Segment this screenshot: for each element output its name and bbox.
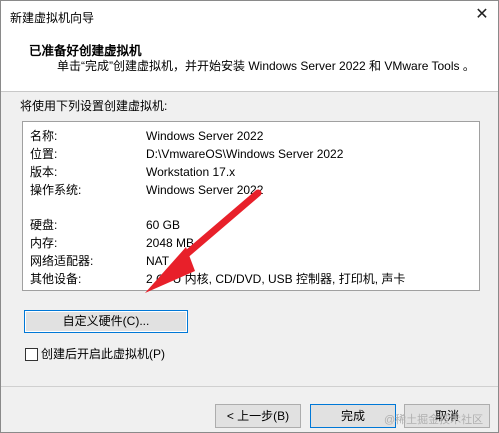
watermark-text: @稀土掘金技术社区	[384, 414, 484, 426]
summary-key: 位置:	[30, 147, 58, 161]
settings-summary-box: 名称: Windows Server 2022 位置: D:\VmwareOS\…	[22, 121, 480, 291]
summary-value: NAT	[146, 254, 170, 268]
summary-value: D:\VmwareOS\Windows Server 2022	[146, 147, 344, 161]
summary-value: 2 CPU 内核, CD/DVD, USB 控制器, 打印机, 声卡	[146, 272, 406, 286]
page-title: 已准备好创建虚拟机	[29, 44, 142, 58]
summary-key: 版本:	[30, 165, 58, 179]
summary-value: Windows Server 2022	[146, 129, 264, 143]
footer-divider	[1, 386, 498, 387]
summary-key: 其他设备:	[30, 272, 82, 286]
summary-value: Workstation 17.x	[146, 165, 236, 179]
summary-key: 内存:	[30, 236, 58, 250]
title-bar: 新建虚拟机向导 ✕	[1, 1, 498, 31]
page-description: 单击“完成”创建虚拟机，并开始安装 Windows Server 2022 和 …	[57, 59, 475, 73]
summary-key: 名称:	[30, 129, 58, 143]
close-icon[interactable]: ✕	[472, 5, 492, 25]
customize-hardware-button[interactable]: 自定义硬件(C)...	[24, 310, 188, 333]
wizard-window: 新建虚拟机向导 ✕ 已准备好创建虚拟机 单击“完成”创建虚拟机，并开始安装 Wi…	[0, 0, 499, 433]
summary-key: 网络适配器:	[30, 254, 94, 268]
back-button[interactable]: < 上一步(B)	[215, 404, 301, 428]
power-on-checkbox-label[interactable]: 创建后开启此虚拟机(P)	[41, 346, 165, 362]
window-title: 新建虚拟机向导	[10, 11, 95, 25]
summary-value: 60 GB	[146, 218, 181, 232]
summary-key: 操作系统:	[30, 183, 82, 197]
summary-value: Windows Server 2022	[146, 183, 264, 197]
power-on-checkbox[interactable]	[25, 348, 38, 361]
summary-value: 2048 MB	[146, 236, 195, 250]
wizard-header: 已准备好创建虚拟机 单击“完成”创建虚拟机，并开始安装 Windows Serv…	[1, 31, 498, 92]
summary-key: 硬盘:	[30, 218, 58, 232]
settings-intro-label: 将使用下列设置创建虚拟机:	[20, 99, 168, 113]
